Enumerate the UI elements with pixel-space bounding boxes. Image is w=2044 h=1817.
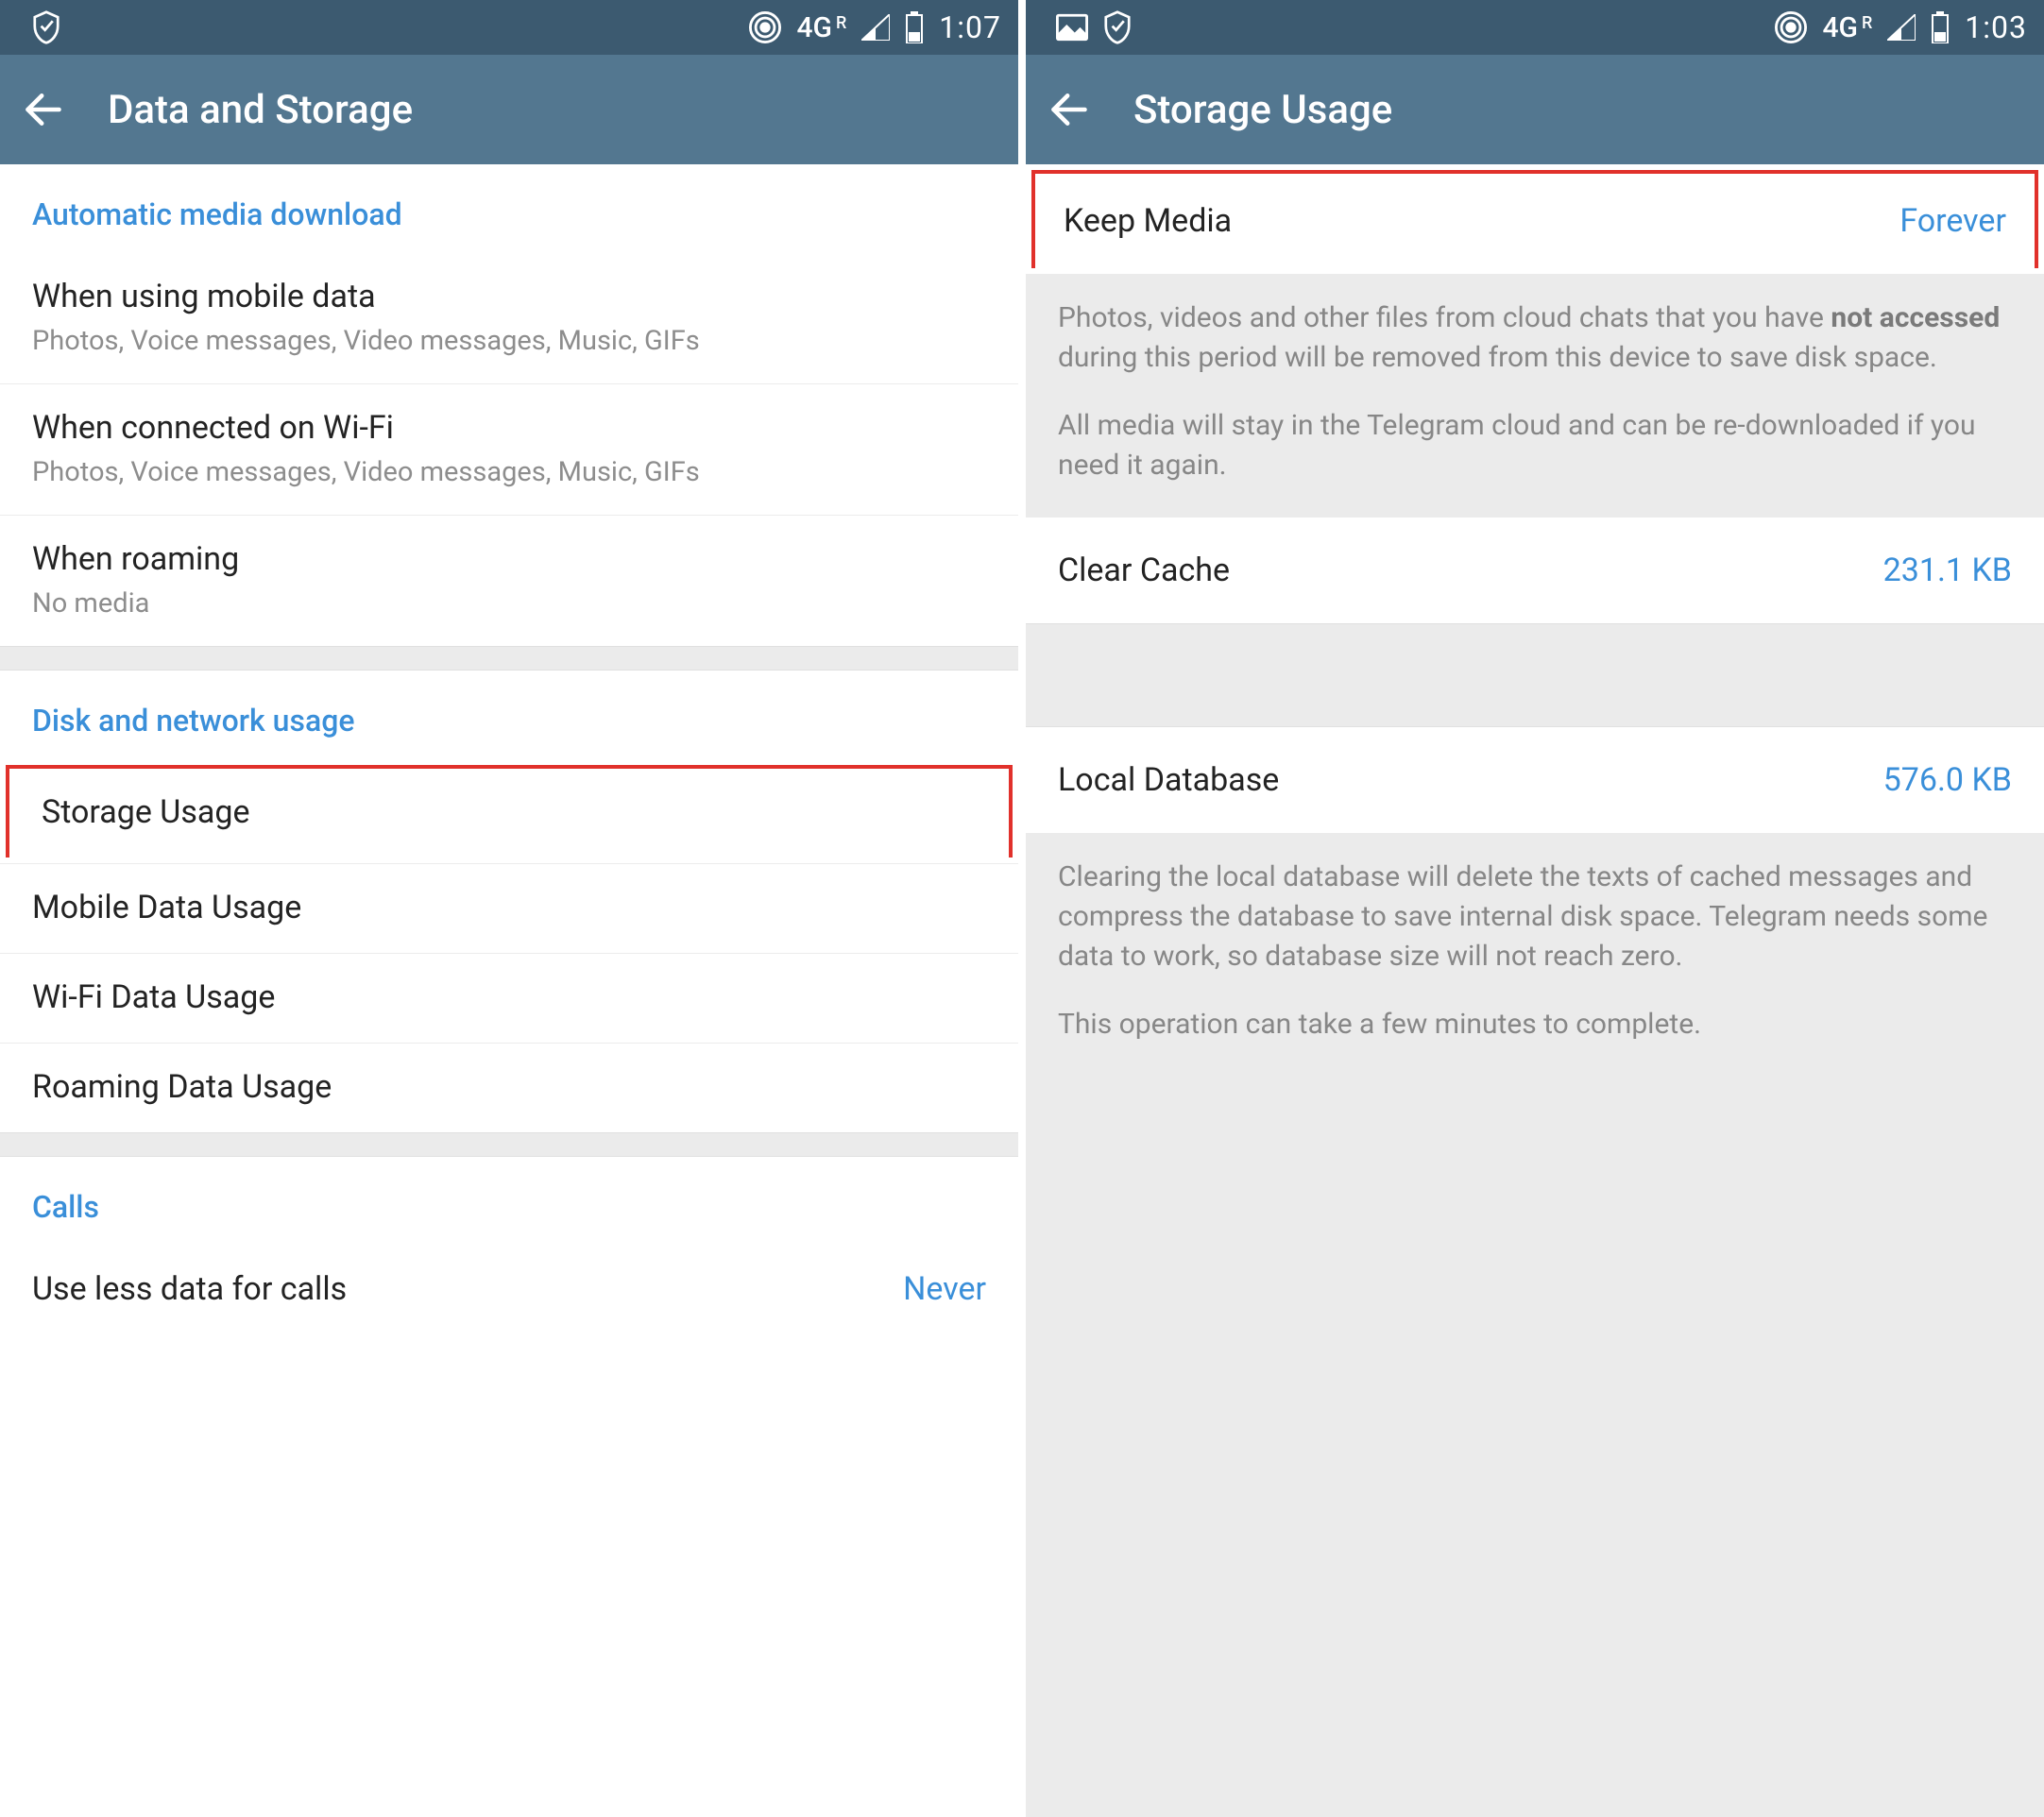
- row-use-less-data[interactable]: Use less data for calls Never: [0, 1246, 1018, 1334]
- row-storage-usage[interactable]: Storage Usage: [6, 765, 1013, 858]
- section-header-usage: Disk and network usage: [0, 671, 1018, 759]
- row-mobile-data[interactable]: When using mobile data Photos, Voice mes…: [0, 253, 1018, 384]
- signal-icon: [1887, 14, 1916, 41]
- row-value: 576.0 KB: [1883, 761, 2012, 799]
- row-local-database[interactable]: Local Database 576.0 KB: [1026, 727, 2044, 833]
- row-value: 231.1 KB: [1883, 552, 2012, 589]
- network-type: 4GR: [1822, 11, 1872, 44]
- status-time: 1:03: [1965, 9, 2027, 45]
- page-title: Data and Storage: [108, 87, 413, 133]
- row-clear-cache[interactable]: Clear Cache 231.1 KB: [1026, 518, 2044, 623]
- network-type: 4GR: [796, 11, 846, 44]
- row-roaming-data-usage[interactable]: Roaming Data Usage: [0, 1044, 1018, 1132]
- content-area: Keep Media Forever Photos, videos and ot…: [1026, 164, 2044, 1817]
- signal-icon: [861, 14, 890, 41]
- row-subtitle: No media: [32, 587, 986, 620]
- back-button[interactable]: [1048, 89, 1090, 130]
- row-title: Wi-Fi Data Usage: [32, 978, 986, 1016]
- row-title: Local Database: [1058, 761, 1279, 799]
- row-title: Mobile Data Usage: [32, 889, 986, 926]
- shield-icon: [1101, 9, 1133, 45]
- page-title: Storage Usage: [1133, 87, 1392, 133]
- row-mobile-data-usage[interactable]: Mobile Data Usage: [0, 864, 1018, 954]
- info-local-db: Clearing the local database will delete …: [1026, 833, 2044, 1077]
- row-subtitle: Photos, Voice messages, Video messages, …: [32, 325, 986, 357]
- battery-icon: [905, 11, 924, 43]
- row-title: When connected on Wi-Fi: [32, 409, 986, 447]
- row-title: Use less data for calls: [32, 1270, 347, 1308]
- row-value: Forever: [1899, 202, 2006, 240]
- row-roaming[interactable]: When roaming No media: [0, 516, 1018, 646]
- status-time: 1:07: [939, 9, 1001, 45]
- row-wifi-data-usage[interactable]: Wi-Fi Data Usage: [0, 954, 1018, 1044]
- divider: [0, 646, 1018, 671]
- row-title: Keep Media: [1064, 202, 1232, 240]
- app-bar: Data and Storage: [0, 55, 1018, 164]
- row-wifi[interactable]: When connected on Wi-Fi Photos, Voice me…: [0, 384, 1018, 516]
- hotspot-icon: [1775, 11, 1807, 43]
- back-button[interactable]: [23, 89, 64, 130]
- empty-area: [1026, 1077, 2044, 1817]
- info-keep-media: Photos, videos and other files from clou…: [1026, 274, 2044, 518]
- battery-icon: [1931, 11, 1950, 43]
- divider: [0, 1132, 1018, 1157]
- hotspot-icon: [749, 11, 781, 43]
- row-value: Never: [903, 1270, 986, 1308]
- content-area: Automatic media download When using mobi…: [0, 164, 1018, 1817]
- row-title: Roaming Data Usage: [32, 1068, 986, 1106]
- shield-icon: [30, 9, 62, 45]
- section-header-media: Automatic media download: [0, 164, 1018, 253]
- row-title: Storage Usage: [42, 793, 977, 831]
- image-icon: [1056, 13, 1088, 42]
- app-bar: Storage Usage: [1026, 55, 2044, 164]
- status-bar: 4GR 1:07: [0, 0, 1018, 55]
- screen-data-and-storage: 4GR 1:07 Data and Storage Automatic medi…: [0, 0, 1022, 1817]
- section-header-calls: Calls: [0, 1157, 1018, 1246]
- row-subtitle: Photos, Voice messages, Video messages, …: [32, 456, 986, 488]
- status-bar: 4GR 1:03: [1026, 0, 2044, 55]
- row-keep-media[interactable]: Keep Media Forever: [1031, 170, 2038, 268]
- row-title: Clear Cache: [1058, 552, 1230, 589]
- divider: [1026, 623, 2044, 727]
- row-title: When using mobile data: [32, 278, 986, 315]
- row-title: When roaming: [32, 540, 986, 578]
- screen-storage-usage: 4GR 1:03 Storage Usage Keep Media Foreve…: [1022, 0, 2044, 1817]
